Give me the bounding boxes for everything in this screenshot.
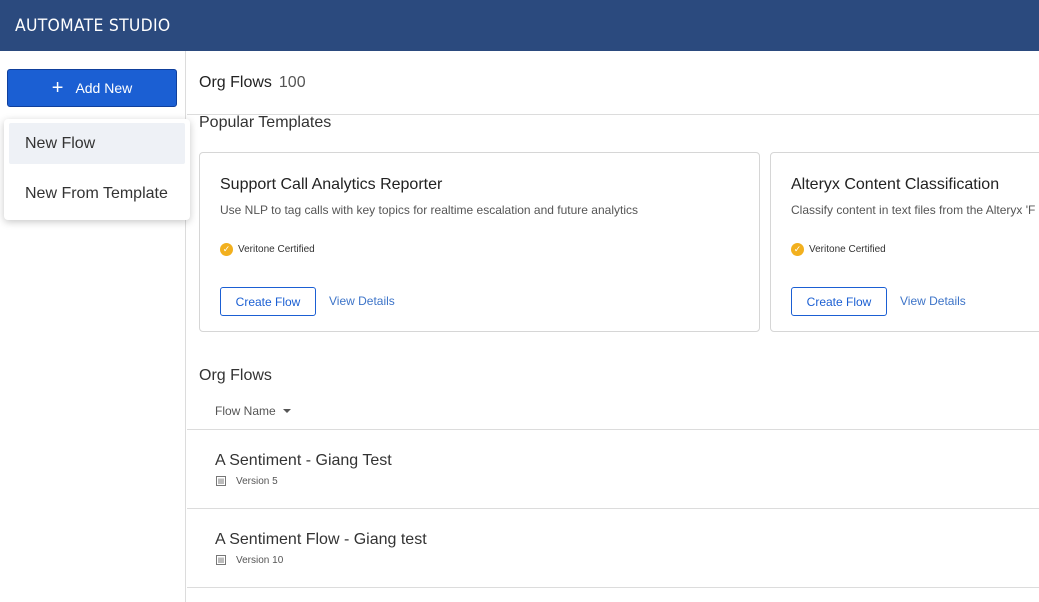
menu-item-label: New Flow xyxy=(25,134,96,152)
plus-icon: + xyxy=(51,77,64,99)
main-content: Org Flows 100 Popular Templates Support … xyxy=(187,51,1039,602)
check-badge-icon: ✓ xyxy=(791,243,804,256)
add-new-menu: New Flow New From Template xyxy=(4,119,190,220)
create-flow-button[interactable]: Create Flow xyxy=(791,287,887,316)
org-flows-title: Org Flows xyxy=(199,367,272,384)
flow-name: A Sentiment Flow - Giang test xyxy=(215,531,427,548)
certification-label: Veritone Certified xyxy=(809,244,886,255)
page-header: Org Flows 100 xyxy=(187,51,1039,115)
menu-item-new-flow[interactable]: New Flow xyxy=(9,123,185,164)
page-title: Org Flows xyxy=(199,73,272,91)
certification-badge: ✓ Veritone Certified xyxy=(220,243,315,256)
template-card: Support Call Analytics Reporter Use NLP … xyxy=(199,152,760,332)
app-title: AUTOMATE STUDIO xyxy=(15,15,171,36)
popular-templates-title: Popular Templates xyxy=(199,114,332,131)
menu-item-label: New From Template xyxy=(25,184,168,202)
flow-version: Version 10 xyxy=(215,554,283,566)
check-badge-icon: ✓ xyxy=(220,243,233,256)
view-details-link[interactable]: View Details xyxy=(900,294,966,308)
version-label: Version 5 xyxy=(236,475,278,487)
caret-down-icon xyxy=(282,409,291,413)
top-bar: AUTOMATE STUDIO xyxy=(0,0,1039,51)
flow-version-icon xyxy=(216,476,226,486)
flow-count: 100 xyxy=(278,73,306,91)
template-card: Alteryx Content Classification Classify … xyxy=(770,152,1039,332)
column-header-label: Flow Name xyxy=(215,404,276,418)
menu-item-new-from-template[interactable]: New From Template xyxy=(9,173,185,214)
certification-badge: ✓ Veritone Certified xyxy=(791,243,886,256)
add-new-button[interactable]: + Add New xyxy=(7,69,177,107)
template-title: Alteryx Content Classification xyxy=(791,176,1000,193)
create-flow-button[interactable]: Create Flow xyxy=(220,287,316,316)
flow-row[interactable]: A Sentiment Flow - Giang test Version 10 xyxy=(187,509,1039,588)
add-new-label: Add New xyxy=(75,80,133,96)
flow-name: A Sentiment - Giang Test xyxy=(215,452,392,469)
divider xyxy=(187,587,1039,588)
flow-name-column-header[interactable]: Flow Name xyxy=(215,404,291,418)
view-details-link[interactable]: View Details xyxy=(329,294,395,308)
version-label: Version 10 xyxy=(236,554,284,566)
flow-row[interactable]: A Sentiment - Giang Test Version 5 xyxy=(187,430,1039,509)
template-title: Support Call Analytics Reporter xyxy=(220,176,443,193)
certification-label: Veritone Certified xyxy=(238,244,315,255)
flow-version-icon xyxy=(216,555,226,565)
template-description: Use NLP to tag calls with key topics for… xyxy=(220,203,638,217)
flow-version: Version 5 xyxy=(215,475,278,487)
template-description: Classify content in text files from the … xyxy=(791,203,1036,217)
